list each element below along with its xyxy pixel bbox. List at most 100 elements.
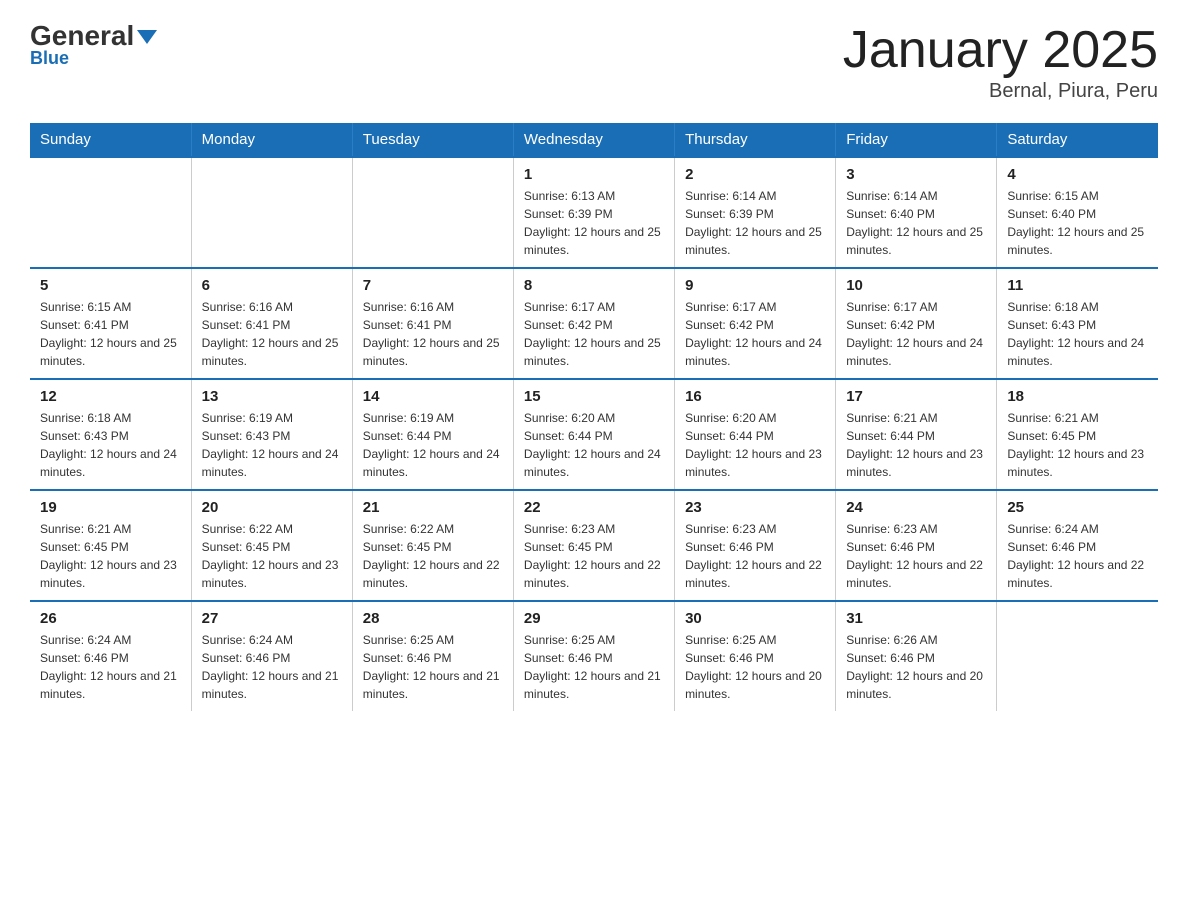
day-number: 16 bbox=[685, 388, 825, 405]
calendar-cell: 17Sunrise: 6:21 AM Sunset: 6:44 PM Dayli… bbox=[836, 379, 997, 490]
calendar-cell bbox=[352, 157, 513, 268]
calendar-table: SundayMondayTuesdayWednesdayThursdayFrid… bbox=[30, 123, 1158, 711]
calendar-cell: 26 Sunrise: 6:24 AM Sunset: 6:46 PM Dayli… bbox=[30, 601, 191, 711]
day-info: Sunrise: 6:23 AM Sunset: 6:46 PM Dayligh… bbox=[685, 520, 825, 592]
header-friday: Friday bbox=[836, 123, 997, 157]
calendar-cell: 10 Sunrise: 6:17 AM Sunset: 6:42 PM Dayli… bbox=[836, 268, 997, 379]
day-info: Sunrise: 6:22 AM Sunset: 6:45 PM Dayligh… bbox=[202, 520, 342, 592]
day-info: Sunrise: 6:24 AM Sunset: 6:46 PM Dayligh… bbox=[1007, 520, 1148, 592]
logo-blue-text: Blue bbox=[30, 48, 69, 69]
day-number: 30 bbox=[685, 610, 825, 627]
calendar-cell: 31Sunrise: 6:26 AM Sunset: 6:46 PM Dayli… bbox=[836, 601, 997, 711]
day-number: 7 bbox=[363, 277, 503, 294]
calendar-cell: 7 Sunrise: 6:16 AM Sunset: 6:41 PM Daylig… bbox=[352, 268, 513, 379]
day-info: Sunrise: 6:17 AM Sunset: 6:42 PM Dayligh… bbox=[846, 298, 986, 370]
day-number: 26 bbox=[40, 610, 181, 627]
header-sunday: Sunday bbox=[30, 123, 191, 157]
calendar-week-4: 26 Sunrise: 6:24 AM Sunset: 6:46 PM Dayli… bbox=[30, 601, 1158, 711]
day-info: Sunrise: 6:19 AM Sunset: 6:43 PM Dayligh… bbox=[202, 409, 342, 481]
day-info: Sunrise: 6:24 AM Sunset: 6:46 PM Dayligh… bbox=[40, 631, 181, 703]
header-saturday: Saturday bbox=[997, 123, 1158, 157]
calendar-cell: 16 Sunrise: 6:20 AM Sunset: 6:44 PM Dayli… bbox=[675, 379, 836, 490]
day-number: 22 bbox=[524, 499, 664, 516]
day-number: 13 bbox=[202, 388, 342, 405]
day-info: Sunrise: 6:25 AM Sunset: 6:46 PM Dayligh… bbox=[685, 631, 825, 703]
day-info: Sunrise: 6:21 AM Sunset: 6:45 PM Dayligh… bbox=[1007, 409, 1148, 481]
day-number: 15 bbox=[524, 388, 664, 405]
calendar-cell: 21 Sunrise: 6:22 AM Sunset: 6:45 PM Dayli… bbox=[352, 490, 513, 601]
calendar-cell: 15 Sunrise: 6:20 AM Sunset: 6:44 PM Dayli… bbox=[513, 379, 674, 490]
logo-triangle-icon bbox=[137, 30, 157, 44]
header-wednesday: Wednesday bbox=[513, 123, 674, 157]
calendar-cell: 14 Sunrise: 6:19 AM Sunset: 6:44 PM Dayli… bbox=[352, 379, 513, 490]
calendar-header-row: SundayMondayTuesdayWednesdayThursdayFrid… bbox=[30, 123, 1158, 157]
day-number: 8 bbox=[524, 277, 664, 294]
day-info: Sunrise: 6:16 AM Sunset: 6:41 PM Dayligh… bbox=[363, 298, 503, 370]
calendar-cell: 6Sunrise: 6:16 AM Sunset: 6:41 PM Daylig… bbox=[191, 268, 352, 379]
day-number: 14 bbox=[363, 388, 503, 405]
day-info: Sunrise: 6:19 AM Sunset: 6:44 PM Dayligh… bbox=[363, 409, 503, 481]
day-number: 27 bbox=[202, 610, 342, 627]
day-info: Sunrise: 6:20 AM Sunset: 6:44 PM Dayligh… bbox=[524, 409, 664, 481]
day-info: Sunrise: 6:17 AM Sunset: 6:42 PM Dayligh… bbox=[524, 298, 664, 370]
calendar-cell: 28 Sunrise: 6:25 AM Sunset: 6:46 PM Dayli… bbox=[352, 601, 513, 711]
calendar-cell: 30 Sunrise: 6:25 AM Sunset: 6:46 PM Dayli… bbox=[675, 601, 836, 711]
day-info: Sunrise: 6:25 AM Sunset: 6:46 PM Dayligh… bbox=[363, 631, 503, 703]
title-area: January 2025 Bernal, Piura, Peru bbox=[843, 20, 1158, 103]
day-info: Sunrise: 6:26 AM Sunset: 6:46 PM Dayligh… bbox=[846, 631, 986, 703]
calendar-cell: 5 Sunrise: 6:15 AM Sunset: 6:41 PM Daylig… bbox=[30, 268, 191, 379]
day-info: Sunrise: 6:24 AM Sunset: 6:46 PM Dayligh… bbox=[202, 631, 342, 703]
day-number: 9 bbox=[685, 277, 825, 294]
day-number: 20 bbox=[202, 499, 342, 516]
day-info: Sunrise: 6:21 AM Sunset: 6:45 PM Dayligh… bbox=[40, 520, 181, 592]
day-number: 25 bbox=[1007, 499, 1148, 516]
day-info: Sunrise: 6:18 AM Sunset: 6:43 PM Dayligh… bbox=[1007, 298, 1148, 370]
day-info: Sunrise: 6:18 AM Sunset: 6:43 PM Dayligh… bbox=[40, 409, 181, 481]
page-header: General Blue January 2025 Bernal, Piura,… bbox=[30, 20, 1158, 103]
day-number: 12 bbox=[40, 388, 181, 405]
calendar-cell: 9 Sunrise: 6:17 AM Sunset: 6:42 PM Daylig… bbox=[675, 268, 836, 379]
day-info: Sunrise: 6:13 AM Sunset: 6:39 PM Dayligh… bbox=[524, 187, 664, 259]
day-info: Sunrise: 6:22 AM Sunset: 6:45 PM Dayligh… bbox=[363, 520, 503, 592]
day-info: Sunrise: 6:20 AM Sunset: 6:44 PM Dayligh… bbox=[685, 409, 825, 481]
day-number: 19 bbox=[40, 499, 181, 516]
day-info: Sunrise: 6:23 AM Sunset: 6:46 PM Dayligh… bbox=[846, 520, 986, 592]
calendar-cell: 3Sunrise: 6:14 AM Sunset: 6:40 PM Daylig… bbox=[836, 157, 997, 268]
day-number: 18 bbox=[1007, 388, 1148, 405]
day-info: Sunrise: 6:15 AM Sunset: 6:41 PM Dayligh… bbox=[40, 298, 181, 370]
calendar-cell: 20 Sunrise: 6:22 AM Sunset: 6:45 PM Dayli… bbox=[191, 490, 352, 601]
calendar-cell: 18 Sunrise: 6:21 AM Sunset: 6:45 PM Dayli… bbox=[997, 379, 1158, 490]
day-number: 2 bbox=[685, 166, 825, 183]
calendar-cell bbox=[30, 157, 191, 268]
header-tuesday: Tuesday bbox=[352, 123, 513, 157]
calendar-cell: 22Sunrise: 6:23 AM Sunset: 6:45 PM Dayli… bbox=[513, 490, 674, 601]
calendar-cell: 27 Sunrise: 6:24 AM Sunset: 6:46 PM Dayli… bbox=[191, 601, 352, 711]
calendar-cell: 25 Sunrise: 6:24 AM Sunset: 6:46 PM Dayli… bbox=[997, 490, 1158, 601]
day-number: 5 bbox=[40, 277, 181, 294]
calendar-week-1: 5 Sunrise: 6:15 AM Sunset: 6:41 PM Daylig… bbox=[30, 268, 1158, 379]
calendar-week-2: 12 Sunrise: 6:18 AM Sunset: 6:43 PM Dayli… bbox=[30, 379, 1158, 490]
day-info: Sunrise: 6:25 AM Sunset: 6:46 PM Dayligh… bbox=[524, 631, 664, 703]
day-info: Sunrise: 6:17 AM Sunset: 6:42 PM Dayligh… bbox=[685, 298, 825, 370]
calendar-cell: 12 Sunrise: 6:18 AM Sunset: 6:43 PM Dayli… bbox=[30, 379, 191, 490]
day-number: 6 bbox=[202, 277, 342, 294]
day-number: 1 bbox=[524, 166, 664, 183]
day-info: Sunrise: 6:14 AM Sunset: 6:40 PM Dayligh… bbox=[846, 187, 986, 259]
header-thursday: Thursday bbox=[675, 123, 836, 157]
header-monday: Monday bbox=[191, 123, 352, 157]
day-number: 21 bbox=[363, 499, 503, 516]
day-number: 23 bbox=[685, 499, 825, 516]
calendar-cell: 23 Sunrise: 6:23 AM Sunset: 6:46 PM Dayli… bbox=[675, 490, 836, 601]
day-number: 11 bbox=[1007, 277, 1148, 294]
location-subtitle: Bernal, Piura, Peru bbox=[843, 80, 1158, 103]
calendar-cell: 13 Sunrise: 6:19 AM Sunset: 6:43 PM Dayli… bbox=[191, 379, 352, 490]
calendar-week-0: 1 Sunrise: 6:13 AM Sunset: 6:39 PM Daylig… bbox=[30, 157, 1158, 268]
day-info: Sunrise: 6:14 AM Sunset: 6:39 PM Dayligh… bbox=[685, 187, 825, 259]
day-info: Sunrise: 6:21 AM Sunset: 6:44 PM Dayligh… bbox=[846, 409, 986, 481]
day-number: 28 bbox=[363, 610, 503, 627]
calendar-cell: 2 Sunrise: 6:14 AM Sunset: 6:39 PM Daylig… bbox=[675, 157, 836, 268]
calendar-cell: 29Sunrise: 6:25 AM Sunset: 6:46 PM Dayli… bbox=[513, 601, 674, 711]
day-number: 10 bbox=[846, 277, 986, 294]
month-title: January 2025 bbox=[843, 20, 1158, 80]
day-number: 4 bbox=[1007, 166, 1148, 183]
